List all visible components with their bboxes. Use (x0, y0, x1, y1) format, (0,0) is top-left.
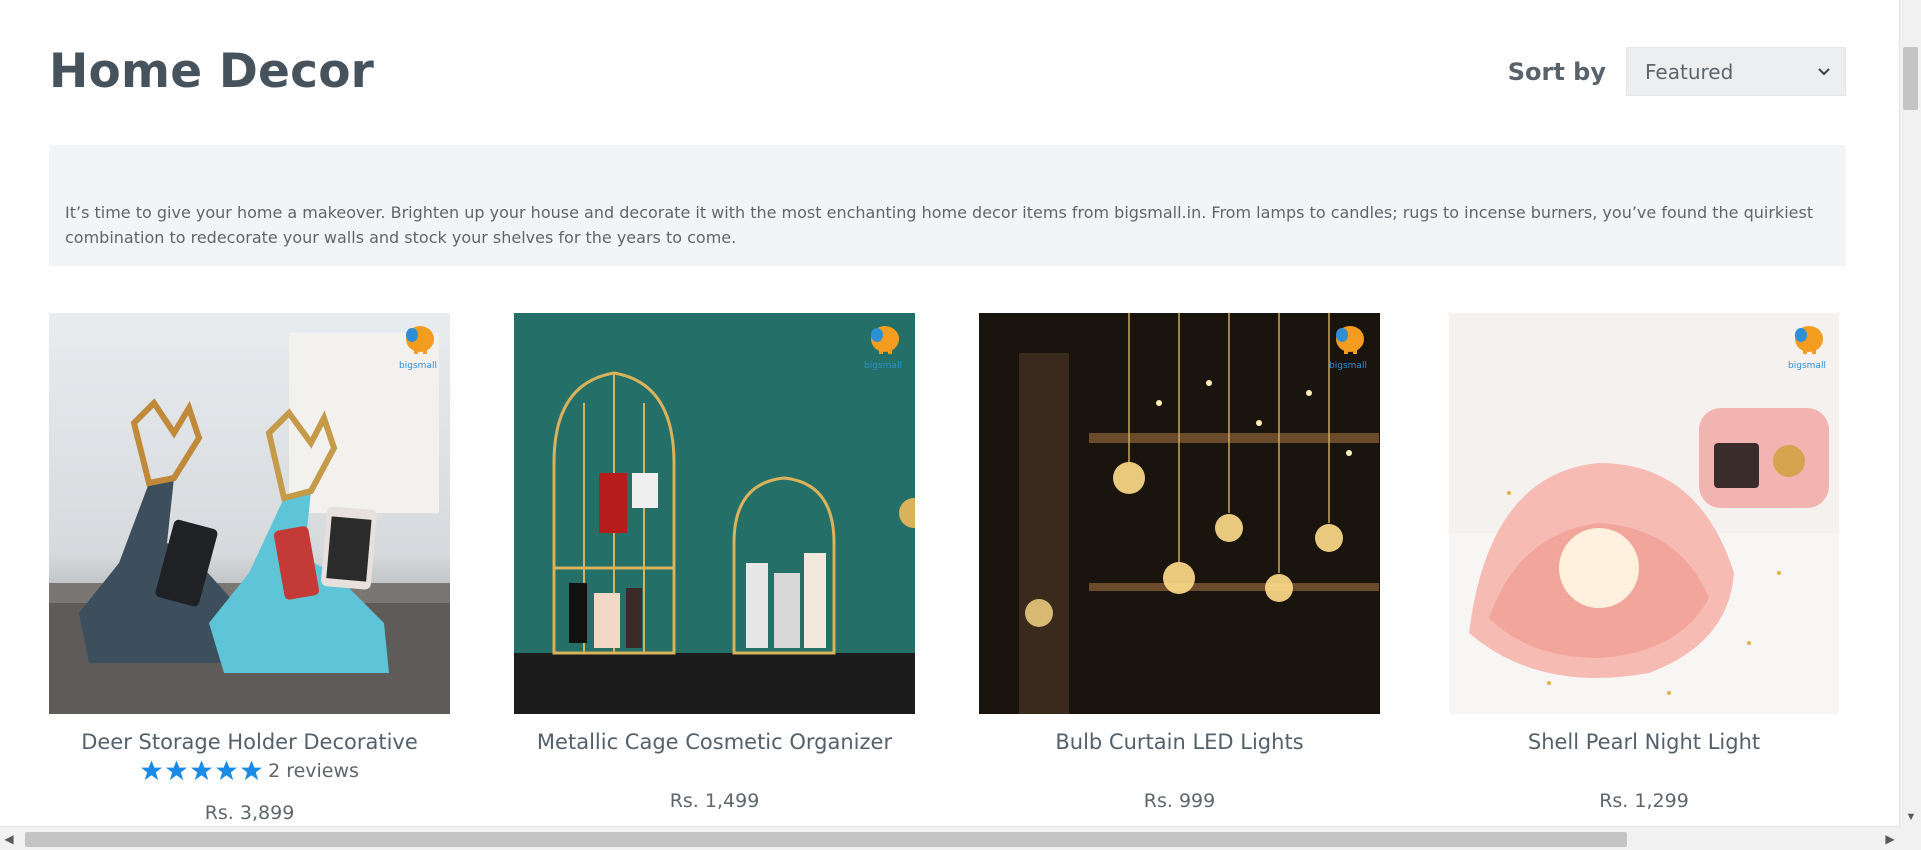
product-title[interactable]: Deer Storage Holder Decorative (49, 730, 450, 754)
product-price: Rs. 1,299 (1599, 790, 1689, 812)
collection-description: It’s time to give your home a makeover. … (49, 145, 1846, 266)
product-title[interactable]: Shell Pearl Night Light (1449, 730, 1839, 754)
star-icon (191, 760, 213, 781)
svg-text:bigsmall: bigsmall (1788, 361, 1826, 371)
product-card[interactable]: bigsmall Metallic Cage Cosmetic Organize… (514, 313, 915, 812)
scroll-left-arrow-icon[interactable]: ◀ (0, 827, 18, 850)
product-price: Rs. 1,499 (669, 790, 760, 812)
product-grid: bigsmall Deer Storage Holder Decorative … (49, 313, 1846, 850)
product-card[interactable]: bigsmall Deer Storage Holder Decorative … (49, 313, 450, 824)
product-card[interactable]: bigsmall Shell Pearl Night Light Rs. 1,2… (1449, 313, 1839, 812)
horizontal-scrollbar[interactable]: ◀ ▶ (0, 826, 1899, 850)
scroll-right-arrow-icon[interactable]: ▶ (1881, 827, 1899, 850)
brand-logo-icon: bigsmall (864, 326, 902, 371)
led-lights-image[interactable]: bigsmall (979, 313, 1380, 714)
svg-text:bigsmall: bigsmall (399, 361, 437, 371)
product-price: Rs. 999 (1143, 790, 1216, 812)
sort-select-value: Featured (1645, 59, 1734, 84)
scrollbar-corner (1899, 826, 1921, 850)
product-card[interactable]: bigsmall Bulb Curtain LED Lights Rs. 999 (979, 313, 1380, 812)
star-icon (141, 760, 163, 781)
brand-logo-icon: bigsmall (399, 326, 437, 371)
collection-header: Home Decor Sort by Featured (49, 40, 1846, 110)
brand-logo-icon: bigsmall (1329, 326, 1367, 371)
vertical-scrollbar-thumb[interactable] (1903, 47, 1918, 110)
cage-organizer-image[interactable]: bigsmall (514, 313, 915, 714)
product-price: Rs. 3,899 (204, 802, 295, 824)
deer-holder-image[interactable]: bigsmall (49, 313, 450, 714)
vertical-scrollbar[interactable]: ▼ (1899, 0, 1921, 826)
horizontal-scrollbar-thumb[interactable] (25, 832, 1627, 847)
sort-select[interactable]: Featured (1626, 47, 1846, 96)
product-title[interactable]: Bulb Curtain LED Lights (979, 730, 1380, 754)
star-icon (216, 760, 238, 781)
star-icon (166, 760, 188, 781)
shell-light-image[interactable]: bigsmall (1449, 313, 1839, 714)
product-rating: 2 reviews (49, 759, 450, 782)
product-title[interactable]: Metallic Cage Cosmetic Organizer (514, 730, 915, 754)
page: Home Decor Sort by Featured It’s time to… (0, 0, 1921, 850)
sort-control: Sort by Featured (1508, 47, 1846, 96)
brand-logo-icon: bigsmall (1788, 326, 1826, 371)
page-title: Home Decor (49, 44, 375, 99)
star-icon (241, 760, 263, 781)
svg-text:bigsmall: bigsmall (864, 361, 902, 371)
sort-label: Sort by (1507, 57, 1606, 86)
svg-text:bigsmall: bigsmall (1329, 361, 1367, 371)
reviews-count: 2 reviews (268, 759, 359, 782)
chevron-down-icon (1817, 67, 1831, 77)
scroll-down-arrow-icon[interactable]: ▼ (1900, 808, 1921, 826)
